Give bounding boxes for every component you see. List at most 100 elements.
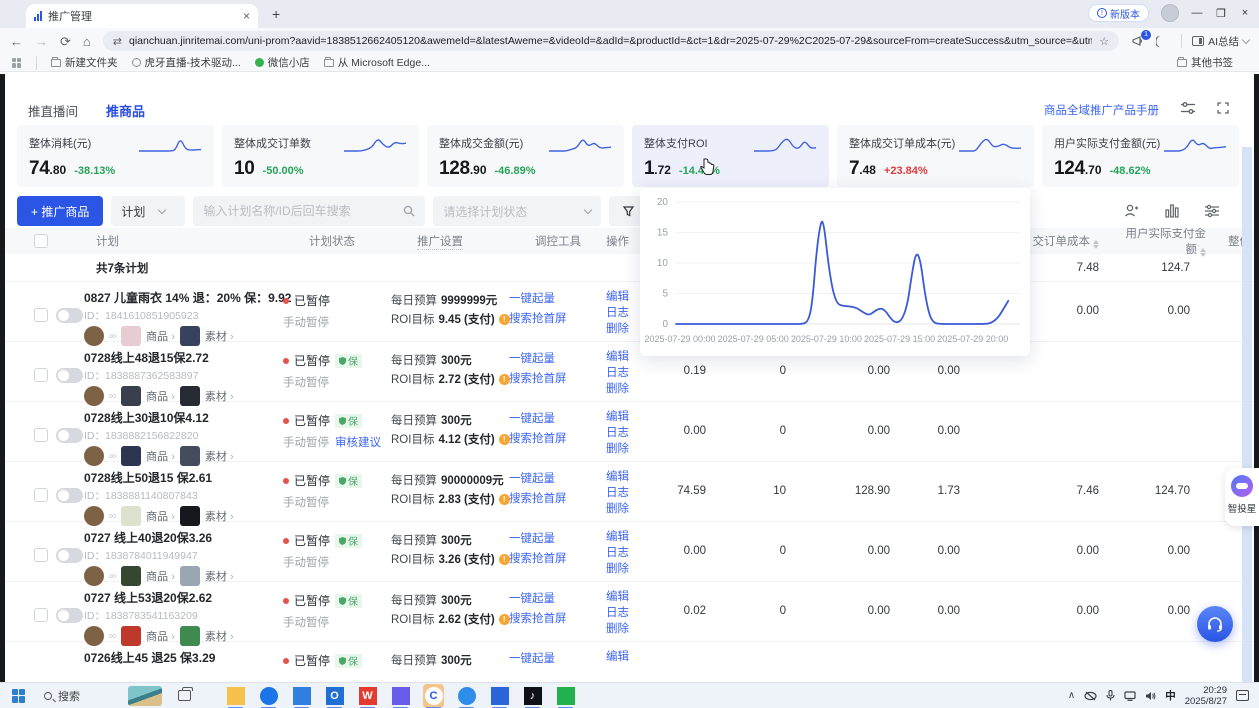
taskbar-search[interactable]: 搜索 bbox=[44, 688, 80, 704]
tool-link[interactable]: 搜索抢首屏 bbox=[509, 550, 606, 569]
stat-card[interactable]: 整体消耗(元) 74.80 -38.13% bbox=[17, 125, 214, 187]
action-link[interactable]: 删除 bbox=[606, 381, 652, 397]
sort-icon[interactable] bbox=[1200, 248, 1206, 257]
col-header-settings[interactable]: 推广设置 bbox=[391, 233, 509, 249]
ime-indicator[interactable]: 中 bbox=[1165, 688, 1176, 703]
stat-card[interactable]: 整体支付ROI 1.72 -14.43% bbox=[632, 125, 829, 187]
plan-enable-toggle[interactable] bbox=[56, 428, 83, 443]
tool-link[interactable]: 一键起量 bbox=[509, 350, 606, 369]
material-thumbnail[interactable] bbox=[180, 386, 200, 406]
promote-product-button[interactable]: + 推广商品 bbox=[17, 196, 103, 226]
material-thumbnail[interactable] bbox=[180, 566, 200, 586]
plan-title[interactable]: 0727 线上53退20保2.62 bbox=[84, 589, 283, 606]
sliders-icon[interactable] bbox=[1181, 101, 1195, 119]
side-panel-icon[interactable] bbox=[12, 58, 22, 68]
taskbar-app[interactable]: O bbox=[324, 684, 345, 708]
col-header-tools[interactable]: 调控工具 bbox=[509, 233, 606, 249]
material-link[interactable]: 素材 › bbox=[205, 568, 234, 584]
sort-icon[interactable] bbox=[1093, 240, 1099, 249]
avatar[interactable] bbox=[1161, 4, 1179, 22]
review-suggestion-link[interactable]: 审核建议 bbox=[335, 434, 381, 450]
row-checkbox[interactable] bbox=[34, 308, 48, 322]
product-link[interactable]: 商品 › bbox=[146, 508, 175, 524]
product-thumbnail[interactable] bbox=[121, 446, 141, 466]
tool-link[interactable]: 搜索抢首屏 bbox=[509, 610, 606, 629]
tool-link[interactable]: 搜索抢首屏 bbox=[509, 430, 606, 449]
reload-icon[interactable]: ⟳ bbox=[60, 35, 71, 48]
bookmark-item[interactable]: 微信小店 bbox=[255, 55, 310, 70]
stat-card[interactable]: 整体成交金额(元) 128.90 -46.89% bbox=[427, 125, 624, 187]
network-display-icon[interactable] bbox=[1124, 691, 1136, 701]
action-link[interactable]: 日志 bbox=[606, 365, 652, 381]
taskbar-app[interactable] bbox=[291, 684, 312, 708]
widgets-weather-thumbnail[interactable] bbox=[128, 686, 162, 706]
manual-link[interactable]: 商品全域推广产品手册 bbox=[1044, 102, 1159, 118]
taskbar-app[interactable] bbox=[456, 684, 477, 708]
row-checkbox[interactable] bbox=[34, 488, 48, 502]
product-link[interactable]: 商品 › bbox=[146, 388, 175, 404]
product-link[interactable]: 商品 › bbox=[146, 628, 175, 644]
start-button-icon[interactable] bbox=[12, 689, 26, 703]
stat-card[interactable]: 整体成交订单数 10 -50.00% bbox=[222, 125, 419, 187]
product-link[interactable]: 商品 › bbox=[146, 448, 175, 464]
tool-link[interactable]: 搜索抢首屏 bbox=[509, 490, 606, 509]
taskbar-app[interactable]: C bbox=[423, 684, 444, 708]
site-info-icon[interactable]: ⇄ bbox=[113, 35, 122, 48]
columns-chart-icon[interactable] bbox=[1165, 204, 1179, 218]
browser-tab[interactable]: 推广管理 × bbox=[26, 4, 258, 28]
page-nav-tab[interactable]: 推商品 bbox=[106, 101, 145, 120]
stat-card[interactable]: 整体成交订单成本(元) 7.48 +23.84% bbox=[837, 125, 1034, 187]
bookmark-item[interactable]: 虎牙直播-技术驱动... bbox=[132, 55, 241, 70]
action-link[interactable]: 编辑 bbox=[606, 469, 652, 485]
material-thumbnail[interactable] bbox=[180, 506, 200, 526]
speaker-icon[interactable] bbox=[1145, 691, 1156, 701]
bookmark-item[interactable]: 从 Microsoft Edge... bbox=[324, 55, 430, 70]
assistant-widget[interactable]: 智投星 bbox=[1225, 468, 1259, 526]
row-checkbox[interactable] bbox=[34, 428, 48, 442]
taskbar-app[interactable] bbox=[225, 684, 246, 708]
action-link[interactable]: 删除 bbox=[606, 621, 652, 637]
taskbar-clock[interactable]: 20:29 2025/8/27 bbox=[1185, 685, 1227, 707]
pen-device-icon[interactable] bbox=[1084, 691, 1097, 701]
action-link[interactable]: 编辑 bbox=[606, 649, 652, 665]
table-settings-icon[interactable] bbox=[1205, 204, 1219, 218]
action-link[interactable]: 删除 bbox=[606, 441, 652, 457]
tool-link[interactable]: 一键起量 bbox=[509, 590, 606, 609]
url-text[interactable]: qianchuan.jinritemai.com/uni-prom?aavid=… bbox=[129, 35, 1092, 47]
stat-card[interactable]: 用户实际支付金额(元) 124.70 -48.62% bbox=[1042, 125, 1239, 187]
tool-link[interactable]: 搜索抢首屏 bbox=[509, 370, 606, 389]
action-link[interactable]: 日志 bbox=[606, 485, 652, 501]
row-checkbox[interactable] bbox=[34, 368, 48, 382]
col-header-plan[interactable]: 计划 bbox=[84, 233, 283, 249]
back-icon[interactable]: ← bbox=[10, 35, 23, 48]
plan-search[interactable] bbox=[193, 196, 425, 226]
material-link[interactable]: 素材 › bbox=[205, 328, 234, 344]
product-link[interactable]: 商品 › bbox=[146, 568, 175, 584]
forward-icon[interactable]: → bbox=[35, 35, 48, 48]
taskbar-app[interactable] bbox=[489, 684, 510, 708]
plan-type-select[interactable]: 计划 bbox=[111, 196, 185, 226]
custom-audience-icon[interactable] bbox=[1124, 204, 1139, 218]
other-bookmarks[interactable]: 其他书签 bbox=[1177, 55, 1233, 70]
plan-status-select[interactable]: 请选择计划状态 bbox=[433, 196, 601, 226]
new-version-button[interactable]: ! 新版本 bbox=[1088, 4, 1149, 22]
product-thumbnail[interactable] bbox=[121, 326, 141, 346]
action-link[interactable]: 日志 bbox=[606, 605, 652, 621]
window-minimize-button[interactable]: — bbox=[1191, 7, 1203, 19]
plan-enable-toggle[interactable] bbox=[56, 308, 83, 323]
tool-link[interactable]: 搜索抢首屏 bbox=[509, 310, 606, 329]
action-link[interactable]: 编辑 bbox=[606, 409, 652, 425]
material-thumbnail[interactable] bbox=[180, 626, 200, 646]
material-link[interactable]: 素材 › bbox=[205, 508, 234, 524]
product-thumbnail[interactable] bbox=[121, 386, 141, 406]
extensions-icon[interactable] bbox=[1156, 34, 1171, 49]
plan-enable-toggle[interactable] bbox=[56, 608, 83, 623]
col-header-user-paid[interactable]: 用户实际支付金额 bbox=[1115, 228, 1220, 257]
task-view-icon[interactable] bbox=[178, 690, 191, 701]
material-link[interactable]: 素材 › bbox=[205, 448, 234, 464]
product-link[interactable]: 商品 › bbox=[146, 328, 175, 344]
taskbar-app[interactable]: W bbox=[357, 684, 378, 708]
select-all-checkbox[interactable] bbox=[34, 234, 48, 248]
action-link[interactable]: 删除 bbox=[606, 561, 652, 577]
tool-link[interactable]: 一键起量 bbox=[509, 530, 606, 549]
